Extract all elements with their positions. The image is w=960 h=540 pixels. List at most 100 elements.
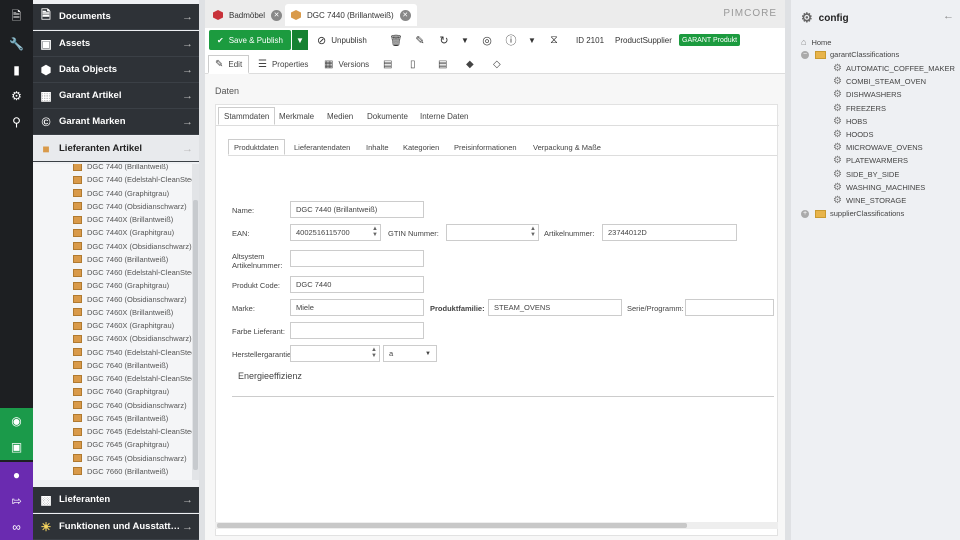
tag-icon[interactable]: ◆ bbox=[466, 55, 474, 74]
save-options-dropdown[interactable]: ▼ bbox=[292, 30, 308, 50]
caret-down-icon[interactable]: ▼ bbox=[522, 30, 542, 50]
tree-item[interactable]: DGC 7440X (Brillantweiß) bbox=[33, 213, 199, 226]
tab-lieferantendaten[interactable]: Lieferantendaten bbox=[289, 139, 355, 155]
tree-scrollbar[interactable] bbox=[192, 164, 199, 480]
target-icon[interactable]: ◎ bbox=[477, 30, 497, 50]
tab-merkmale[interactable]: Merkmale bbox=[274, 107, 319, 125]
config-item[interactable]: ⚙ AUTOMATIC_COFFEE_MAKER bbox=[833, 63, 955, 74]
gtin-field[interactable]: ▲ ▼ bbox=[446, 224, 539, 241]
tab-versions[interactable]: ▦ Versions bbox=[324, 55, 369, 74]
wrench-nav-icon[interactable]: 🔧 bbox=[0, 31, 33, 57]
tree-item[interactable]: DGC 7440 (Brillantweiß) bbox=[33, 164, 199, 173]
tree-item[interactable]: DGC 7460X (Graphitgrau) bbox=[33, 319, 199, 332]
tab-properties[interactable]: ☰ Properties bbox=[258, 55, 308, 74]
tab-dgc-7440[interactable]: DGC 7440 (Brillantweiß) ✕ bbox=[285, 4, 417, 26]
produktfamilie-field[interactable]: STEAM_OVENS bbox=[488, 299, 622, 316]
tree-item[interactable]: DGC 7660 (Brillantweiß) bbox=[33, 465, 199, 478]
accordion-garant-marken[interactable]: © Garant Marken → bbox=[33, 109, 199, 135]
tree-item[interactable]: DGC 7460X (Brillantweiß) bbox=[33, 306, 199, 319]
config-item[interactable]: ⚙ PLATEWARMERS bbox=[833, 155, 908, 166]
search-nav-icon[interactable]: ⚲ bbox=[0, 109, 33, 135]
tree-home[interactable]: ⌂ Home bbox=[801, 37, 831, 47]
tree-item[interactable]: DGC 7440 (Graphitgrau) bbox=[33, 187, 199, 200]
tree-item[interactable]: DGC 7460 (Brillantweiß) bbox=[33, 253, 199, 266]
accordion-documents[interactable]: 🗎 Documents → bbox=[33, 4, 199, 30]
config-item[interactable]: ⚙ WASHING_MACHINES bbox=[833, 182, 925, 193]
tree-item[interactable]: DGC 7540 (Edelstahl-CleanSteel) bbox=[33, 346, 199, 359]
config-item[interactable]: ⚙ FREEZERS bbox=[833, 103, 886, 114]
garantie-field[interactable]: ▲ ▼ bbox=[290, 345, 380, 362]
tree-item[interactable]: DGC 7440 (Obsidianschwarz) bbox=[33, 200, 199, 213]
farbe-field[interactable] bbox=[290, 322, 424, 339]
tree-item[interactable]: DGC 7460 (Obsidianschwarz) bbox=[33, 293, 199, 306]
tree-item[interactable]: DGC 7640 (Graphitgrau) bbox=[33, 385, 199, 398]
chat-nav-icon[interactable]: ▣ bbox=[0, 434, 33, 460]
config-item[interactable]: ⚙ HOODS bbox=[833, 129, 873, 140]
tree-item[interactable]: DGC 7645 (Obsidianschwarz) bbox=[33, 452, 199, 465]
accordion-garant-artikel[interactable]: ▦ Garant Artikel → bbox=[33, 83, 199, 109]
document-nav-icon[interactable]: 🗎 bbox=[0, 4, 33, 30]
tree-item[interactable]: DGC 7440 (Edelstahl-CleanSteel) bbox=[33, 173, 199, 186]
tree-item[interactable]: DGC 7460 (Edelstahl-CleanSteel) bbox=[33, 266, 199, 279]
tree-item[interactable]: DGC 7645 (Graphitgrau) bbox=[33, 438, 199, 451]
tab-interne-daten[interactable]: Interne Daten bbox=[415, 107, 473, 125]
workflow-icon[interactable]: ◇ bbox=[493, 55, 501, 74]
plus-icon[interactable]: + bbox=[801, 209, 809, 218]
close-tab-icon[interactable]: ✕ bbox=[399, 9, 411, 21]
user-nav-icon[interactable]: ● bbox=[0, 462, 33, 488]
tree-item[interactable]: DGC 7460X (Obsidianschwarz) bbox=[33, 332, 199, 345]
chart-nav-icon[interactable]: ▮ bbox=[0, 57, 33, 83]
tab-dokumente[interactable]: Dokumente bbox=[362, 107, 413, 125]
tab-stammdaten[interactable]: Stammdaten bbox=[218, 107, 276, 125]
garantie-unit-select[interactable]: a ▼ bbox=[383, 345, 437, 362]
produktcode-field[interactable]: DGC 7440 bbox=[290, 276, 424, 293]
close-tab-icon[interactable]: ✕ bbox=[271, 9, 283, 21]
back-arrow-icon[interactable]: ← bbox=[943, 10, 954, 22]
save-publish-button[interactable]: ✔ Save & Publish bbox=[209, 30, 291, 50]
ean-field[interactable]: 4002516115700 ▲ ▼ bbox=[290, 224, 381, 241]
tab-preisinformationen[interactable]: Preisinformationen bbox=[449, 139, 522, 155]
spinner-icon[interactable]: ▲ ▼ bbox=[530, 226, 536, 238]
accordion-assets[interactable]: ▣ Assets → bbox=[33, 31, 199, 57]
tree-item[interactable]: DGC 7645 (Edelstahl-CleanSteel) bbox=[33, 425, 199, 438]
tab-inhalte[interactable]: Inhalte bbox=[361, 139, 394, 155]
accordion-lieferanten[interactable]: ▩ Lieferanten → bbox=[33, 487, 199, 513]
config-item[interactable]: ⚙ MICROWAVE_OVENS bbox=[833, 142, 923, 153]
refresh-icon[interactable]: ↻ bbox=[434, 30, 454, 50]
tree-scrollbar-thumb[interactable] bbox=[193, 200, 198, 470]
tree-item[interactable]: DGC 7640 (Edelstahl-CleanSteel) bbox=[33, 372, 199, 385]
gear-nav-icon[interactable]: ⚙ bbox=[0, 83, 33, 109]
unpublish-button[interactable]: ⊘ Unpublish bbox=[313, 30, 371, 50]
calendar-icon[interactable]: ▤ bbox=[383, 55, 392, 74]
notes-icon[interactable]: ▤ bbox=[438, 55, 447, 74]
spinner-icon[interactable]: ▲ ▼ bbox=[371, 347, 377, 359]
minus-icon[interactable]: − bbox=[801, 50, 809, 59]
horizontal-scrollbar[interactable] bbox=[215, 522, 778, 529]
config-item[interactable]: ⚙ WINE_STORAGE bbox=[833, 195, 906, 206]
bookmark-icon[interactable]: ▯ bbox=[410, 55, 416, 74]
tree-item[interactable]: DGC 7645 (Brillantweiß) bbox=[33, 412, 199, 425]
tab-kategorien[interactable]: Kategorien bbox=[398, 139, 444, 155]
tab-badmoebel[interactable]: Badmöbel ✕ bbox=[207, 4, 288, 26]
share-icon[interactable]: ⧖ bbox=[544, 30, 564, 50]
caret-down-icon[interactable]: ▼ bbox=[455, 30, 475, 50]
tab-medien[interactable]: Medien bbox=[322, 107, 358, 125]
tab-verpackung[interactable]: Verpackung & Maße bbox=[528, 139, 606, 155]
artikelnummer-field[interactable]: 23744012D bbox=[602, 224, 737, 241]
tree-item[interactable]: DGC 7640 (Obsidianschwarz) bbox=[33, 399, 199, 412]
logout-nav-icon[interactable]: ⇰ bbox=[0, 488, 33, 514]
spinner-icon[interactable]: ▲ ▼ bbox=[372, 226, 378, 238]
config-item[interactable]: ⚙ DISHWASHERS bbox=[833, 89, 902, 100]
serie-field[interactable] bbox=[685, 299, 774, 316]
tab-produktdaten[interactable]: Produktdaten bbox=[228, 139, 285, 155]
tree-item[interactable]: DGC 7460 (Graphitgrau) bbox=[33, 279, 199, 292]
config-item[interactable]: ⚙ SIDE_BY_SIDE bbox=[833, 169, 899, 180]
config-item[interactable]: ⚙ HOBS bbox=[833, 116, 867, 127]
horizontal-scrollbar-thumb[interactable] bbox=[217, 523, 687, 528]
tree-folder-supplier[interactable]: + supplierClassifications bbox=[801, 209, 904, 218]
tree-folder-garant[interactable]: − garantClassifications bbox=[801, 50, 899, 59]
marke-field[interactable]: Miele bbox=[290, 299, 424, 316]
delete-icon[interactable]: 🗑 bbox=[386, 30, 406, 50]
pencil-icon[interactable]: ✎ bbox=[410, 30, 430, 50]
badge-nav-icon[interactable]: ◉ bbox=[0, 408, 33, 434]
